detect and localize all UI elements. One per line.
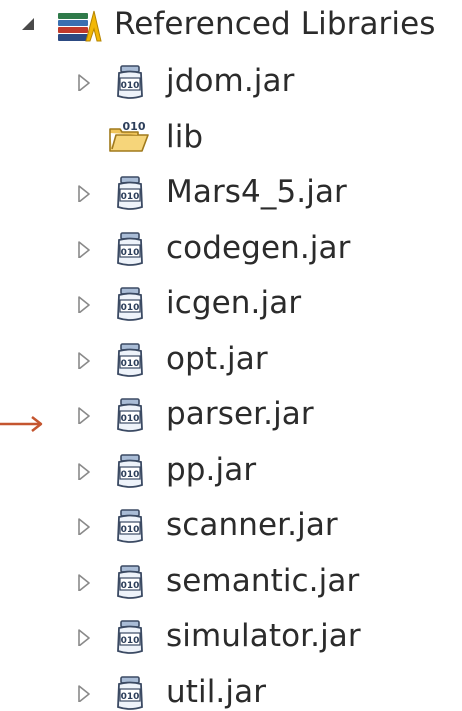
svg-text:010: 010 — [121, 581, 140, 591]
collapsed-triangle-icon[interactable] — [76, 295, 92, 313]
tree-item-referenced-libraries[interactable]: Referenced Libraries — [0, 0, 462, 52]
tree-item-icgen-jar[interactable]: 010 icgen.jar — [0, 277, 462, 329]
tree-item-semantic-jar[interactable]: 010 semantic.jar — [0, 555, 462, 607]
tree-item-label: codegen.jar — [166, 230, 351, 266]
tree-item-label: Referenced Libraries — [114, 6, 436, 42]
svg-text:010: 010 — [121, 636, 140, 646]
tree-item-mars4-5-jar[interactable]: 010 Mars4_5.jar — [0, 166, 462, 218]
svg-text:010: 010 — [123, 120, 146, 133]
tree-item-pp-jar[interactable]: 010 pp.jar — [0, 444, 462, 496]
jar-icon: 010 — [117, 509, 143, 543]
svg-text:010: 010 — [121, 692, 140, 702]
libraries-stack-icon — [58, 10, 102, 42]
tree-item-label: parser.jar — [166, 396, 314, 432]
svg-text:010: 010 — [121, 81, 140, 91]
collapsed-triangle-icon[interactable] — [76, 240, 92, 258]
svg-text:010: 010 — [121, 414, 140, 424]
tree-item-codegen-jar[interactable]: 010 codegen.jar — [0, 222, 462, 274]
jar-icon: 010 — [117, 176, 143, 210]
tree-item-label: simulator.jar — [166, 618, 361, 654]
expanded-triangle-icon[interactable] — [20, 16, 36, 32]
tree-item-label: icgen.jar — [166, 285, 302, 321]
collapsed-triangle-icon[interactable] — [76, 351, 92, 369]
tree-item-parser-jar[interactable]: 010 parser.jar — [0, 388, 462, 440]
tree-item-simulator-jar[interactable]: 010 simulator.jar — [0, 610, 462, 662]
jar-icon: 010 — [117, 232, 143, 266]
jar-icon: 010 — [117, 620, 143, 654]
tree-item-label: opt.jar — [166, 341, 268, 377]
tree-item-lib[interactable]: 010 lib — [0, 111, 462, 163]
svg-text:010: 010 — [121, 525, 140, 535]
tree-item-label: scanner.jar — [166, 507, 338, 543]
tree-item-opt-jar[interactable]: 010 opt.jar — [0, 333, 462, 385]
tree-item-label: jdom.jar — [166, 63, 295, 99]
collapsed-triangle-icon[interactable] — [76, 573, 92, 591]
collapsed-triangle-icon[interactable] — [76, 517, 92, 535]
tree-item-jdom-jar[interactable]: 010 jdom.jar — [0, 55, 462, 107]
collapsed-triangle-icon[interactable] — [76, 73, 92, 91]
collapsed-triangle-icon[interactable] — [76, 684, 92, 702]
collapsed-triangle-icon[interactable] — [76, 406, 92, 424]
tree-item-label: pp.jar — [166, 452, 257, 488]
tree-item-label: util.jar — [166, 674, 267, 710]
jar-icon: 010 — [117, 65, 143, 99]
jar-icon: 010 — [117, 454, 143, 488]
tree-item-label: lib — [166, 119, 204, 155]
pointer-arrow-icon — [0, 416, 43, 432]
svg-text:010: 010 — [121, 303, 140, 313]
jar-icon: 010 — [117, 676, 143, 710]
tree-item-label: semantic.jar — [166, 563, 360, 599]
jar-icon: 010 — [117, 565, 143, 599]
package-explorer-tree: Referenced Libraries 010 jdom.jar 010 lib 01… — [0, 0, 462, 711]
binary-folder-icon: 010 — [109, 120, 149, 152]
svg-text:010: 010 — [121, 359, 140, 369]
jar-icon: 010 — [117, 343, 143, 377]
tree-item-util-jar[interactable]: 010 util.jar — [0, 666, 462, 711]
svg-text:010: 010 — [121, 192, 140, 202]
jar-icon: 010 — [117, 398, 143, 432]
tree-item-scanner-jar[interactable]: 010 scanner.jar — [0, 499, 462, 551]
tree-item-label: Mars4_5.jar — [166, 174, 347, 210]
collapsed-triangle-icon[interactable] — [76, 628, 92, 646]
svg-text:010: 010 — [121, 470, 140, 480]
svg-text:010: 010 — [121, 248, 140, 258]
collapsed-triangle-icon[interactable] — [76, 462, 92, 480]
collapsed-triangle-icon[interactable] — [76, 184, 92, 202]
jar-icon: 010 — [117, 287, 143, 321]
